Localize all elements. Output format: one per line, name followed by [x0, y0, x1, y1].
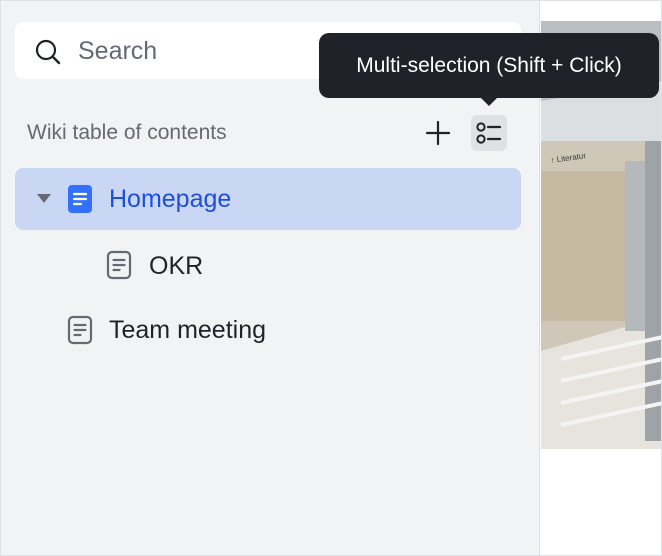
tree-item-label: Team meeting: [109, 316, 267, 344]
search-placeholder: Search: [78, 37, 158, 65]
add-page-button[interactable]: [420, 115, 456, 151]
multi-select-tooltip: Multi-selection (Shift + Click): [319, 33, 659, 98]
multi-select-button[interactable]: [471, 115, 507, 151]
search-icon: [35, 39, 61, 65]
tree-item-label: Homepage: [109, 185, 232, 213]
doc-icon: [106, 250, 132, 280]
tree-item-label: OKR: [149, 252, 204, 280]
multi-select-list-icon: [476, 122, 502, 144]
tooltip-arrow: [480, 97, 498, 106]
tree-item-team-meeting[interactable]: Team meeting: [15, 299, 521, 361]
toc-header: Wiki table of contents: [27, 121, 227, 144]
tree-item-homepage[interactable]: Homepage: [15, 168, 521, 230]
doc-icon: [67, 315, 93, 345]
caret-down-icon[interactable]: [37, 194, 51, 203]
doc-icon: [68, 185, 92, 213]
plus-icon: [425, 120, 451, 146]
app-window: Search Wiki table of contents Homepage O…: [0, 0, 662, 556]
tree-item-okr[interactable]: OKR: [15, 235, 521, 297]
